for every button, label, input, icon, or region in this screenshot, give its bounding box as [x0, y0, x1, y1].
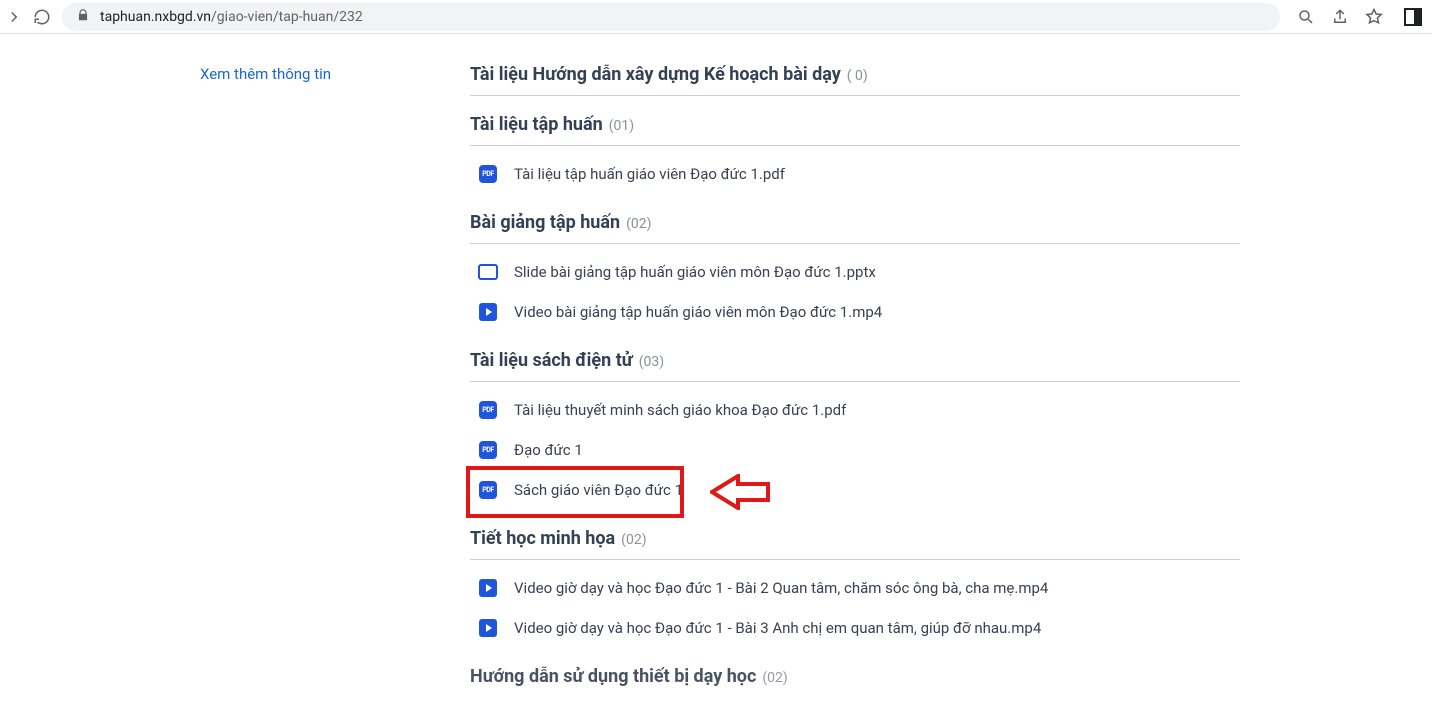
main-content: Tài liệu Hướng dẫn xây dựng Kế hoạch bài… [470, 64, 1240, 715]
section-title: Tài liệu sách điện tử [470, 350, 633, 371]
file-item[interactable]: Video bài giảng tập huấn giáo viên môn Đ… [470, 292, 1240, 332]
file-item[interactable]: Video giờ dạy và học Đạo đức 1 - Bài 2 Q… [470, 568, 1240, 608]
share-icon[interactable] [1330, 7, 1350, 27]
video-icon [478, 618, 498, 638]
section-title: Tài liệu tập huấn [470, 114, 603, 135]
file-item[interactable]: Video giờ dạy và học Đạo đức 1 - Bài 3 A… [470, 608, 1240, 648]
file-label: Tài liệu tập huấn giáo viên Đạo đức 1.pd… [514, 165, 785, 183]
section-ke-hoach-bai-day: Tài liệu Hướng dẫn xây dựng Kế hoạch bài… [470, 64, 1240, 96]
file-item[interactable]: PDF Tài liệu thuyết minh sách giáo khoa … [470, 390, 1240, 430]
pdf-icon: PDF [478, 440, 498, 460]
forward-button[interactable] [0, 3, 28, 31]
file-label: Sách giáo viên Đạo đức 1 [514, 481, 683, 499]
zoom-icon[interactable] [1296, 7, 1316, 27]
file-label: Video giờ dạy và học Đạo đức 1 - Bài 2 Q… [514, 579, 1048, 597]
file-label: Slide bài giảng tập huấn giáo viên môn Đ… [514, 263, 876, 281]
side-panel-icon[interactable] [1404, 8, 1422, 26]
reload-button[interactable] [28, 3, 56, 31]
file-label: Đạo đức 1 [514, 441, 583, 459]
file-item[interactable]: PDF Đạo đức 1 [470, 430, 1240, 470]
pdf-icon: PDF [478, 480, 498, 500]
section-title: Hướng dẫn sử dụng thiết bị dạy học [470, 666, 756, 687]
file-label: Video giờ dạy và học Đạo đức 1 - Bài 3 A… [514, 619, 1041, 637]
slide-icon [478, 262, 498, 282]
section-bai-giang-tap-huan: Bài giảng tập huấn (02) Slide bài giảng … [470, 212, 1240, 332]
video-icon [478, 578, 498, 598]
section-thiet-bi-day-hoc: Hướng dẫn sử dụng thiết bị dạy học (02) [470, 666, 1240, 697]
pdf-icon: PDF [478, 164, 498, 184]
section-count: (02) [626, 216, 651, 232]
section-sach-dien-tu: Tài liệu sách điện tử (03) PDF Tài liệu … [470, 350, 1240, 510]
address-bar[interactable]: taphuan.nxbgd.vn/giao-vien/tap-huan/232 [62, 3, 1280, 31]
bookmark-star-icon[interactable] [1364, 7, 1384, 27]
url-path: /giao-vien/tap-huan/232 [211, 9, 363, 25]
more-info-link[interactable]: Xem thêm thông tin [200, 65, 331, 83]
section-tai-lieu-tap-huan: Tài liệu tập huấn (01) PDF Tài liệu tập … [470, 114, 1240, 194]
section-title: Tài liệu Hướng dẫn xây dựng Kế hoạch bài… [470, 64, 841, 85]
section-count: (02) [621, 532, 646, 548]
chrome-actions [1286, 7, 1422, 27]
section-count: (02) [762, 670, 787, 686]
file-item[interactable]: PDF Sách giáo viên Đạo đức 1 [470, 470, 1240, 510]
browser-toolbar: taphuan.nxbgd.vn/giao-vien/tap-huan/232 [0, 0, 1432, 34]
video-icon [478, 302, 498, 322]
url-host: taphuan.nxbgd.vn [100, 9, 211, 25]
section-title: Tiết học minh họa [470, 528, 615, 549]
section-tiet-hoc-minh-hoa: Tiết học minh họa (02) Video giờ dạy và … [470, 528, 1240, 648]
pdf-icon: PDF [478, 400, 498, 420]
section-count: (01) [609, 118, 634, 134]
file-item[interactable]: Slide bài giảng tập huấn giáo viên môn Đ… [470, 252, 1240, 292]
section-count: (03) [639, 354, 664, 370]
lock-icon [76, 8, 90, 26]
file-item[interactable]: PDF Tài liệu tập huấn giáo viên Đạo đức … [470, 154, 1240, 194]
section-count: ( 0) [847, 68, 868, 84]
section-title: Bài giảng tập huấn [470, 212, 620, 233]
sidebar: Xem thêm thông tin [0, 64, 470, 715]
file-label: Tài liệu thuyết minh sách giáo khoa Đạo … [514, 401, 846, 419]
file-label: Video bài giảng tập huấn giáo viên môn Đ… [514, 303, 882, 321]
